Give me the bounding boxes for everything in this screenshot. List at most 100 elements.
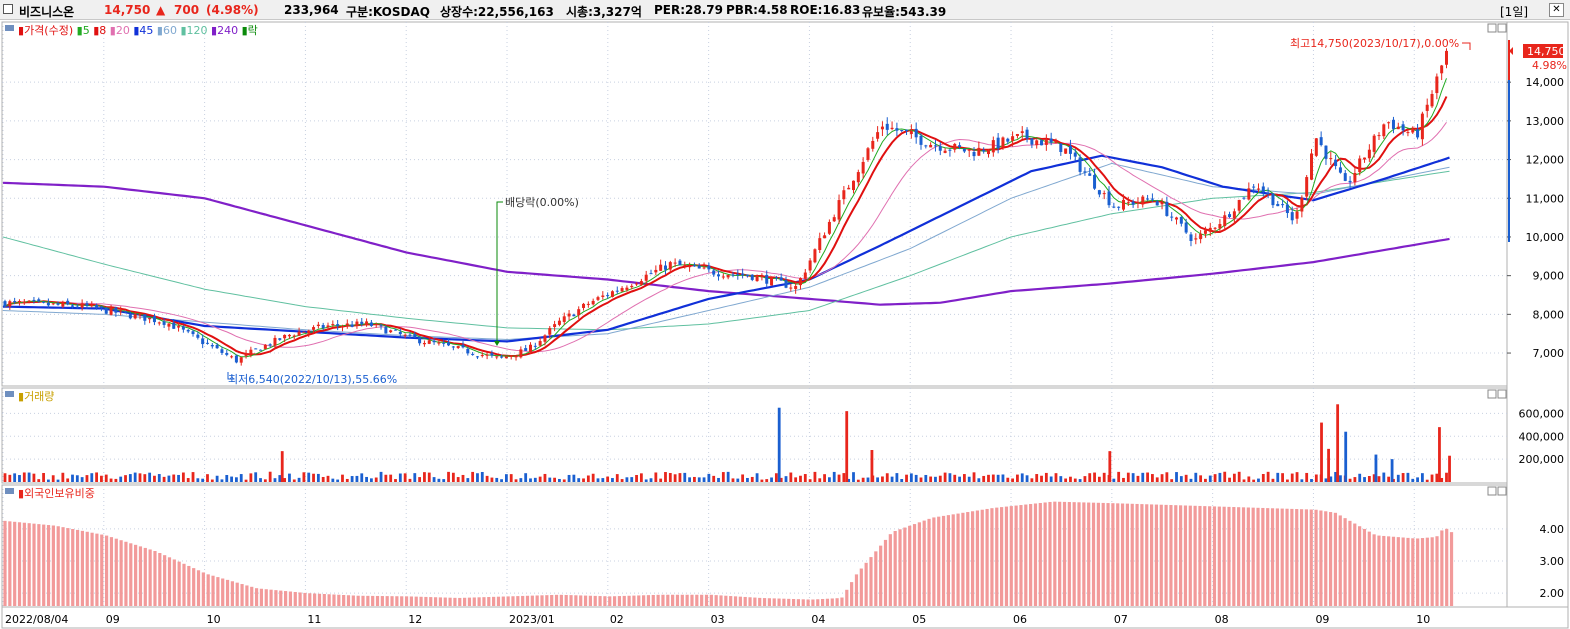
volume-bar bbox=[683, 472, 687, 482]
volume-bar bbox=[369, 478, 373, 482]
volume-bar bbox=[8, 474, 12, 482]
minimize-icon[interactable] bbox=[1487, 23, 1497, 33]
foreign-bar bbox=[912, 524, 917, 606]
volume-bar bbox=[596, 478, 600, 482]
volume-bar bbox=[1194, 472, 1198, 482]
foreign-bar bbox=[612, 596, 617, 606]
candle-body bbox=[124, 311, 128, 313]
candle-body bbox=[1416, 129, 1420, 138]
foreign-bar bbox=[554, 594, 559, 606]
candle-body bbox=[842, 190, 846, 200]
candle-body bbox=[577, 309, 581, 316]
volume-bar bbox=[668, 472, 672, 482]
foreign-bar bbox=[593, 595, 597, 606]
candle-body bbox=[46, 302, 50, 306]
volume-bar bbox=[1078, 479, 1082, 482]
foreign-bar bbox=[859, 568, 863, 606]
candle-body bbox=[1083, 171, 1087, 173]
foreign-bar bbox=[22, 522, 26, 606]
price-tick-label: 7,000 bbox=[1533, 347, 1565, 360]
foreign-bar bbox=[235, 582, 239, 606]
candle-body bbox=[1189, 234, 1193, 241]
low-label: 최저6,540(2022/10/13),55.66% bbox=[228, 373, 397, 386]
foreign-bar bbox=[801, 599, 805, 606]
volume-bar bbox=[201, 478, 205, 482]
close-icon[interactable] bbox=[1497, 23, 1507, 33]
candle-body bbox=[1367, 149, 1371, 159]
foreign-bar bbox=[748, 597, 752, 606]
foreign-bar bbox=[675, 594, 680, 606]
volume-bar bbox=[529, 478, 532, 482]
foreign-bar bbox=[970, 511, 975, 606]
volume-bar bbox=[635, 474, 638, 482]
foreign-bar bbox=[245, 585, 249, 606]
low-marker: 최저6,540(2022/10/13),55.66% bbox=[227, 372, 397, 386]
candle-body bbox=[234, 355, 238, 363]
volume-bar bbox=[765, 479, 769, 482]
close-icon[interactable]: ✕ bbox=[1549, 3, 1564, 17]
candle-body bbox=[567, 313, 571, 317]
panel-handle-icon[interactable] bbox=[5, 391, 14, 397]
panel-handle-icon[interactable] bbox=[5, 488, 14, 494]
volume-spike-bar bbox=[1327, 448, 1330, 482]
volume-bar bbox=[543, 473, 547, 482]
foreign-bar bbox=[1343, 518, 1347, 606]
foreign-bar bbox=[695, 594, 699, 606]
candle-body bbox=[490, 353, 494, 356]
x-tick-label: 10 bbox=[207, 613, 221, 626]
foreign-bar bbox=[603, 596, 607, 606]
volume-bar bbox=[1228, 477, 1231, 482]
foreign-bar bbox=[1406, 537, 1410, 606]
candle-body bbox=[128, 314, 132, 319]
panel-handle-icon[interactable] bbox=[5, 25, 14, 31]
volume-bar bbox=[852, 472, 855, 482]
volume-bar bbox=[953, 474, 957, 482]
volume-bar bbox=[842, 473, 846, 482]
foreign-bar bbox=[661, 594, 665, 606]
period-button[interactable]: [1일] bbox=[1500, 3, 1528, 20]
candle-body bbox=[852, 180, 856, 191]
close-icon[interactable] bbox=[1497, 486, 1507, 496]
volume-bar bbox=[967, 476, 971, 482]
volume-bar bbox=[1310, 479, 1313, 482]
foreign-tick-label: 2.00 bbox=[1540, 587, 1565, 600]
minimize-icon[interactable] bbox=[1487, 389, 1497, 399]
candle-body bbox=[1401, 124, 1405, 131]
candle-body bbox=[345, 323, 349, 326]
volume-bar bbox=[1112, 478, 1116, 482]
volume-bar bbox=[914, 474, 918, 482]
candle-body bbox=[32, 299, 36, 301]
candle-body bbox=[1203, 230, 1207, 234]
foreign-bar bbox=[651, 594, 655, 606]
foreign-bar bbox=[114, 538, 118, 606]
foreign-bar bbox=[433, 597, 438, 606]
foreign-bar bbox=[1043, 502, 1047, 606]
volume-spike-bar bbox=[1390, 459, 1394, 482]
select-checkbox[interactable] bbox=[3, 4, 13, 14]
volume-bar bbox=[1411, 478, 1415, 482]
foreign-bar bbox=[346, 595, 351, 606]
foreign-bar bbox=[1396, 537, 1400, 606]
candle-body bbox=[625, 287, 629, 290]
minimize-icon[interactable] bbox=[1487, 486, 1497, 496]
candle-body bbox=[929, 144, 933, 148]
volume-bar bbox=[254, 472, 258, 482]
foreign-bar bbox=[588, 595, 592, 606]
volume-bar bbox=[66, 478, 70, 482]
volume-bar bbox=[1040, 475, 1043, 482]
candle-body bbox=[1184, 222, 1188, 233]
candle-body bbox=[1430, 93, 1434, 107]
volume-bar bbox=[707, 473, 711, 482]
foreign-bar bbox=[1038, 502, 1042, 606]
volume-spike-bar bbox=[1320, 422, 1323, 482]
volume-bar bbox=[80, 477, 84, 482]
foreign-bar bbox=[1449, 532, 1454, 606]
foreign-bar bbox=[32, 523, 36, 606]
volume-bar bbox=[591, 473, 595, 482]
legend-marker: ▮ bbox=[153, 24, 163, 37]
foreign-bar bbox=[177, 561, 181, 606]
foreign-bar bbox=[583, 595, 588, 606]
candle-body bbox=[572, 314, 576, 317]
volume-bar bbox=[100, 475, 103, 482]
close-icon[interactable] bbox=[1497, 389, 1507, 399]
